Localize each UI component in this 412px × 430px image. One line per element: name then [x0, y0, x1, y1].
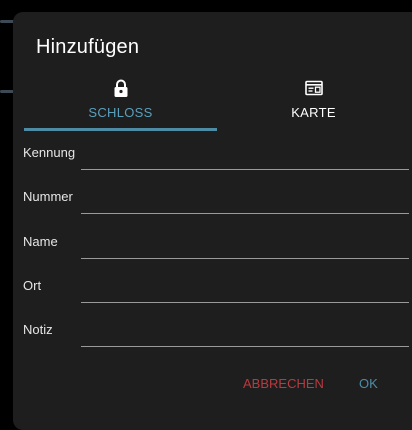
add-dialog: Hinzufügen SCHLOSS KARTE Kennung Nummer … [13, 12, 412, 430]
lock-icon [114, 79, 127, 97]
nummer-label: Nummer [23, 189, 73, 204]
id-card-icon [304, 80, 323, 96]
field-kennung: Kennung [23, 140, 409, 170]
notiz-label: Notiz [23, 322, 53, 337]
kennung-input[interactable] [81, 145, 409, 170]
tab-bar: SCHLOSS KARTE [24, 78, 410, 134]
field-ort: Ort [23, 273, 409, 303]
field-nummer: Nummer [23, 184, 409, 214]
ort-input[interactable] [81, 278, 409, 303]
cancel-button[interactable]: ABBRECHEN [243, 376, 324, 391]
tab-lock[interactable]: SCHLOSS [24, 78, 217, 134]
field-notiz: Notiz [23, 317, 409, 347]
tab-lock-label: SCHLOSS [88, 105, 153, 120]
notiz-input[interactable] [81, 322, 409, 347]
name-input[interactable] [81, 234, 409, 259]
ok-button[interactable]: OK [359, 376, 378, 391]
field-name: Name [23, 229, 409, 259]
tab-card-label: KARTE [291, 105, 336, 120]
dialog-title: Hinzufügen [36, 36, 140, 58]
dialog-actions: ABBRECHEN OK [13, 376, 399, 400]
nummer-input[interactable] [81, 189, 409, 214]
kennung-label: Kennung [23, 145, 76, 160]
name-label: Name [23, 234, 58, 249]
active-tab-indicator [24, 128, 217, 131]
ort-label: Ort [23, 278, 42, 293]
tab-card[interactable]: KARTE [217, 78, 410, 134]
screen: Hinzufügen SCHLOSS KARTE Kennung Nummer … [0, 0, 412, 430]
